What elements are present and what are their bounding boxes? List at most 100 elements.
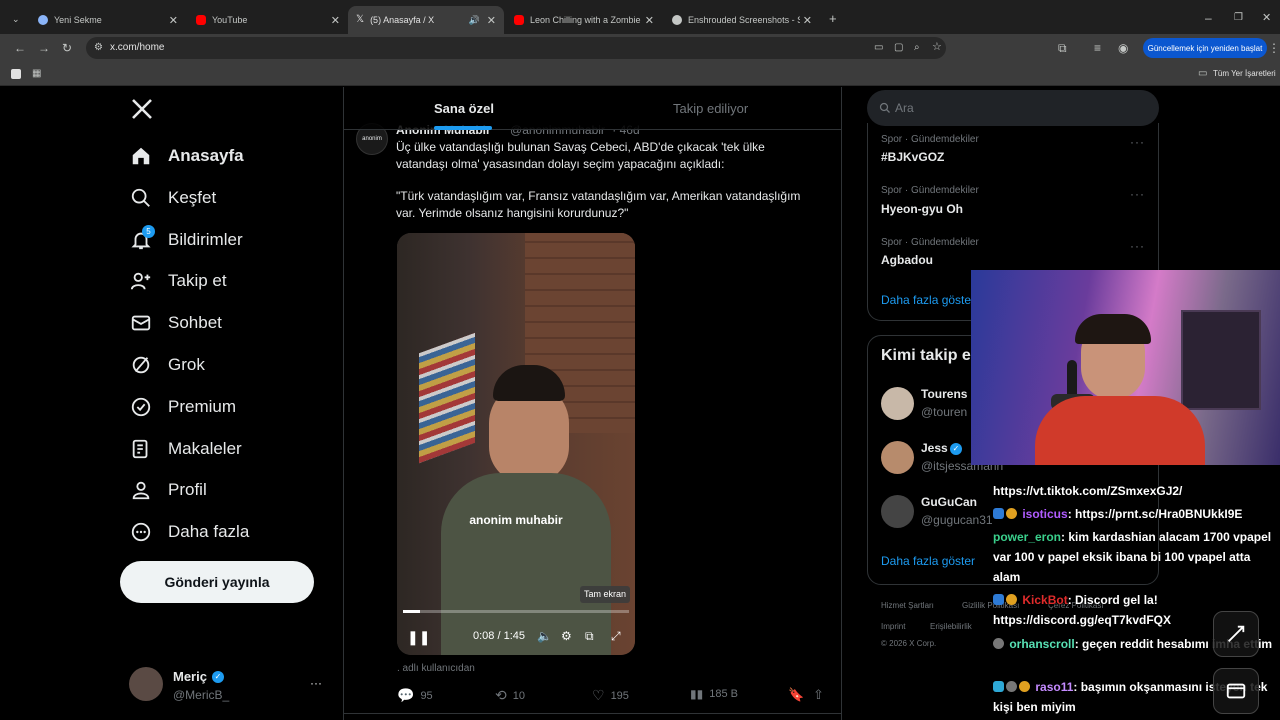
- repost-button[interactable]: ⟲ 10: [495, 687, 525, 704]
- avatar[interactable]: [881, 441, 914, 474]
- account-more-icon[interactable]: ···: [310, 676, 322, 690]
- nav-label: Premium: [168, 397, 237, 416]
- chat-message: isoticus: https://prnt.sc/Hra0BNUkkI9E: [993, 504, 1273, 524]
- trend-name[interactable]: #BJKvGOZ: [881, 150, 944, 164]
- reload-icon[interactable]: ↻: [62, 42, 72, 54]
- chat-badge-icon: [993, 508, 1004, 519]
- tab-search-icon[interactable]: ⌄: [12, 13, 20, 25]
- youtube-icon: [514, 15, 524, 25]
- chat-badge-icon: [1019, 681, 1030, 692]
- speaker-icon[interactable]: 🔊: [469, 15, 480, 26]
- chat-text: : Discord gel la! https://discord.gg/eqT…: [993, 593, 1172, 627]
- who-to-follow-show-more[interactable]: Daha fazla göster: [881, 554, 975, 568]
- fullscreen-icon[interactable]: ⤢: [611, 629, 621, 644]
- browser-tab-new-tab[interactable]: Yeni Sekme ✕: [30, 6, 186, 34]
- tweet-video[interactable]: anonim muhabir Tam ekran ❚❚ 0:08 / 1:45 …: [397, 233, 635, 655]
- reply-button[interactable]: 💬 95: [397, 687, 433, 704]
- update-button[interactable]: Güncellemek için yeniden başlat: [1143, 38, 1267, 58]
- x-logo-icon[interactable]: [130, 97, 156, 123]
- browser-tab-youtube-leon[interactable]: Leon Chilling with a Zombie - R ✕: [506, 6, 662, 34]
- trends-show-more[interactable]: Daha fazla göster: [881, 293, 975, 307]
- nav-chat[interactable]: Sohbet: [128, 303, 222, 343]
- browser-tab-bar: ⌄ Yeni Sekme ✕ YouTube ✕ 𝕏 (5) Anasayfa …: [0, 0, 1280, 38]
- trend-category: Spor · Gündemdekiler: [881, 237, 979, 248]
- close-tab-icon[interactable]: ✕: [803, 14, 812, 27]
- suggested-user-name[interactable]: Tourens: [921, 387, 967, 401]
- close-tab-icon[interactable]: ✕: [645, 14, 654, 27]
- add-user-icon: [128, 268, 154, 294]
- verified-badge-icon: ✓: [950, 443, 962, 455]
- nav-articles[interactable]: Makaleler: [128, 429, 242, 469]
- video-watermark: anonim muhabir: [469, 513, 563, 527]
- all-bookmarks-link[interactable]: Tüm Yer İşaretleri: [1213, 69, 1276, 78]
- trend-more-icon[interactable]: ···: [1130, 135, 1145, 149]
- forward-icon[interactable]: →: [38, 42, 50, 54]
- trend-more-icon[interactable]: ···: [1130, 239, 1145, 253]
- restore-icon[interactable]: ❐: [1234, 12, 1243, 24]
- zoom-icon[interactable]: ⌕: [914, 42, 920, 54]
- close-tab-icon[interactable]: ✕: [487, 14, 496, 27]
- back-icon[interactable]: ←: [14, 42, 26, 54]
- chat-username: raso11: [1035, 680, 1074, 694]
- media-control-icon[interactable]: ≡: [1094, 42, 1101, 54]
- tab-following[interactable]: Takip ediliyor: [673, 101, 748, 116]
- picture-in-picture-icon[interactable]: ⧉: [585, 629, 594, 644]
- window-close-icon[interactable]: ✕: [1262, 12, 1271, 24]
- browser-tab-youtube[interactable]: YouTube ✕: [188, 6, 348, 34]
- trend-name[interactable]: Hyeon-gyu Oh: [881, 202, 963, 216]
- camera-off-icon[interactable]: ▭: [874, 42, 883, 54]
- trend-more-icon[interactable]: ···: [1130, 187, 1145, 201]
- compose-fab-button[interactable]: [1213, 611, 1259, 657]
- avatar[interactable]: [881, 387, 914, 420]
- trend-name[interactable]: Agbadou: [881, 253, 933, 267]
- profile-icon[interactable]: ◉: [1118, 42, 1128, 54]
- bookmark-icon[interactable]: 🔖: [788, 687, 804, 703]
- browser-tab-steam[interactable]: Enshrouded Screenshots - Stea ✕: [664, 6, 820, 34]
- nav-more[interactable]: Daha fazla: [128, 512, 249, 552]
- close-tab-icon[interactable]: ✕: [169, 14, 178, 27]
- bookmark-star-icon[interactable]: ☆: [932, 41, 942, 53]
- tab-for-you[interactable]: Sana özel: [434, 101, 494, 116]
- nav-premium[interactable]: Premium: [128, 387, 236, 427]
- minimize-icon[interactable]: –: [1205, 12, 1212, 24]
- video-attribution[interactable]: . adlı kullanıcıdan: [397, 663, 475, 674]
- nav-notifications[interactable]: 5 Bildirimler: [128, 220, 243, 260]
- footer-accessibility-link[interactable]: Erişilebilirlik: [930, 622, 972, 631]
- grok-icon: [128, 352, 154, 378]
- messages-fab-button[interactable]: [1213, 668, 1259, 714]
- site-info-icon[interactable]: ⚙: [94, 42, 103, 54]
- volume-icon[interactable]: 🔈: [537, 629, 552, 643]
- suggested-user-name[interactable]: Jess: [921, 441, 948, 455]
- close-tab-icon[interactable]: ✕: [331, 14, 340, 27]
- footer-imprint-link[interactable]: Imprint: [881, 622, 905, 631]
- apps-grid-icon[interactable]: ▦: [32, 68, 41, 80]
- avatar[interactable]: [881, 495, 914, 528]
- nav-grok[interactable]: Grok: [128, 345, 205, 385]
- pause-icon[interactable]: ❚❚: [407, 629, 430, 646]
- notification-badge: 5: [142, 225, 155, 238]
- tweet-text-line: Üç ülke vatandaşlığı bulunan Savaş Cebec…: [396, 140, 765, 154]
- like-button[interactable]: ♡ 195: [592, 687, 629, 704]
- cast-icon[interactable]: ▢: [894, 42, 903, 54]
- search-box[interactable]: Ara: [867, 90, 1159, 126]
- footer-terms-link[interactable]: Hizmet Şartları: [881, 601, 934, 610]
- account-switcher[interactable]: Meriç ✓ @MericB_ ···: [124, 660, 324, 704]
- settings-icon[interactable]: ⚙: [561, 629, 572, 643]
- suggested-user-name[interactable]: GuGuCan: [921, 495, 977, 509]
- new-tab-icon[interactable]: +: [829, 12, 837, 25]
- nav-profile[interactable]: Profil: [128, 470, 207, 510]
- nav-home[interactable]: Anasayfa: [128, 136, 244, 176]
- post-button[interactable]: Gönderi yayınla: [120, 561, 314, 603]
- tab-label: Yeni Sekme: [54, 15, 102, 25]
- nav-label: Grok: [168, 355, 205, 374]
- share-icon[interactable]: ⇧: [813, 687, 824, 703]
- nav-follow[interactable]: Takip et: [128, 261, 227, 301]
- address-bar[interactable]: ⚙ x.com/home ▭ ▢ ⌕ ☆: [86, 37, 946, 59]
- views-button[interactable]: ▮▮ 185 B: [690, 687, 738, 701]
- menu-icon[interactable]: ⋮: [1268, 42, 1280, 54]
- extensions-icon[interactable]: ⧉: [1058, 42, 1067, 54]
- browser-tab-x-home[interactable]: 𝕏 (5) Anasayfa / X 🔊 ✕: [348, 6, 504, 34]
- bookmark-app-icon[interactable]: [11, 69, 21, 79]
- video-progress-track[interactable]: [403, 610, 629, 613]
- nav-explore[interactable]: Keşfet: [128, 178, 216, 218]
